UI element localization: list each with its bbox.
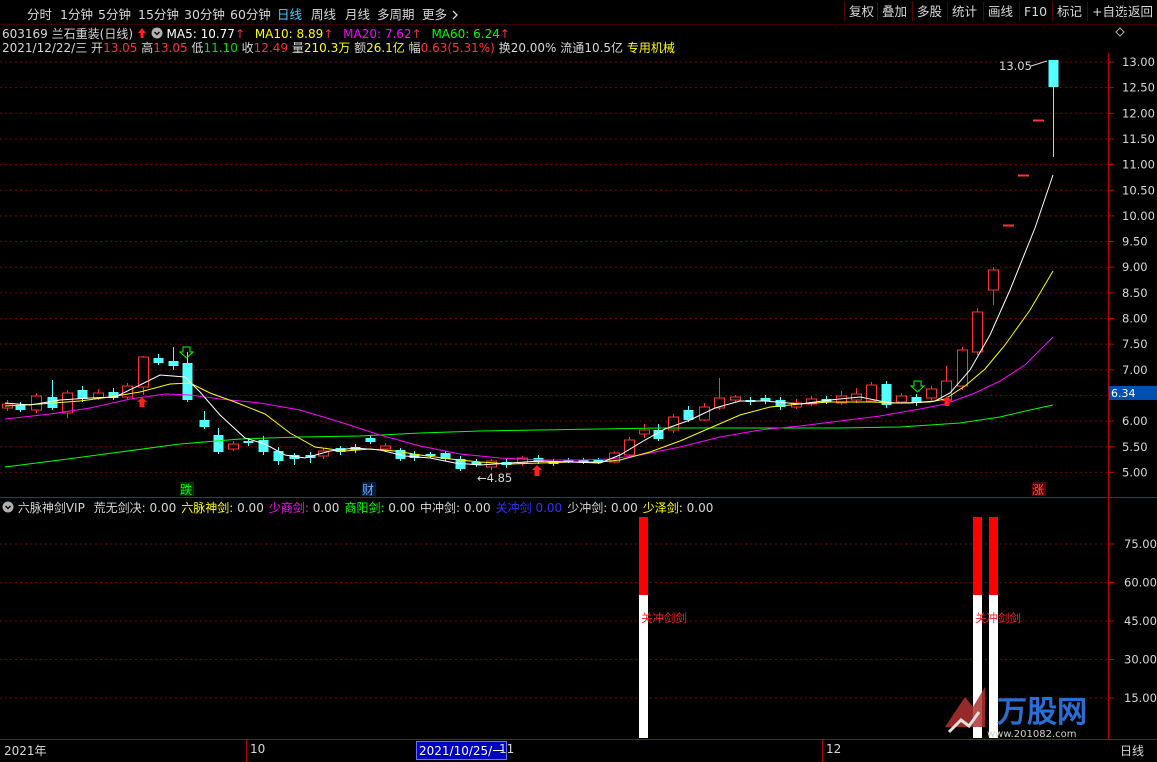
signal-bar-red [989, 517, 998, 595]
indicator-tick-label: 30.00 [1124, 653, 1157, 667]
time-label-nov: 11 [499, 742, 515, 756]
indicator-gridlines [0, 543, 1108, 699]
indicator-axis: 75.00 60.00 45.00 30.00 15.00 [1108, 537, 1157, 705]
time-label-year: 2021年 [4, 744, 47, 758]
signal-bar-red [973, 517, 982, 595]
signal-bar-label: 关冲剑剑 [641, 611, 687, 625]
watermark-url: www.201082.com [987, 729, 1077, 740]
watermark-logo: 万股网 www.201082.com [945, 687, 1087, 740]
time-label-oct: 10 [250, 742, 266, 756]
time-axis-period: 日线 [1120, 744, 1145, 758]
indicator-tick-label: 15.00 [1124, 691, 1157, 705]
indicator-tick-label: 75.00 [1124, 537, 1157, 551]
indicator-chart[interactable]: 75.00 60.00 45.00 30.00 15.00 关冲剑剑 关冲剑剑 [0, 0, 1157, 762]
signal-bar-label: 关冲剑剑 [975, 611, 1021, 625]
crosshair-date-label: 2021/10/25/一 [416, 741, 508, 760]
time-label-dec: 12 [826, 742, 842, 756]
indicator-tick-label: 45.00 [1124, 614, 1157, 628]
watermark-brand: 万股网 [997, 695, 1087, 730]
signal-bar-red [639, 517, 648, 595]
time-axis: 2021年 10 2021/10/25/一 11 12 日线 [0, 740, 1157, 762]
indicator-tick-label: 60.00 [1124, 576, 1157, 590]
